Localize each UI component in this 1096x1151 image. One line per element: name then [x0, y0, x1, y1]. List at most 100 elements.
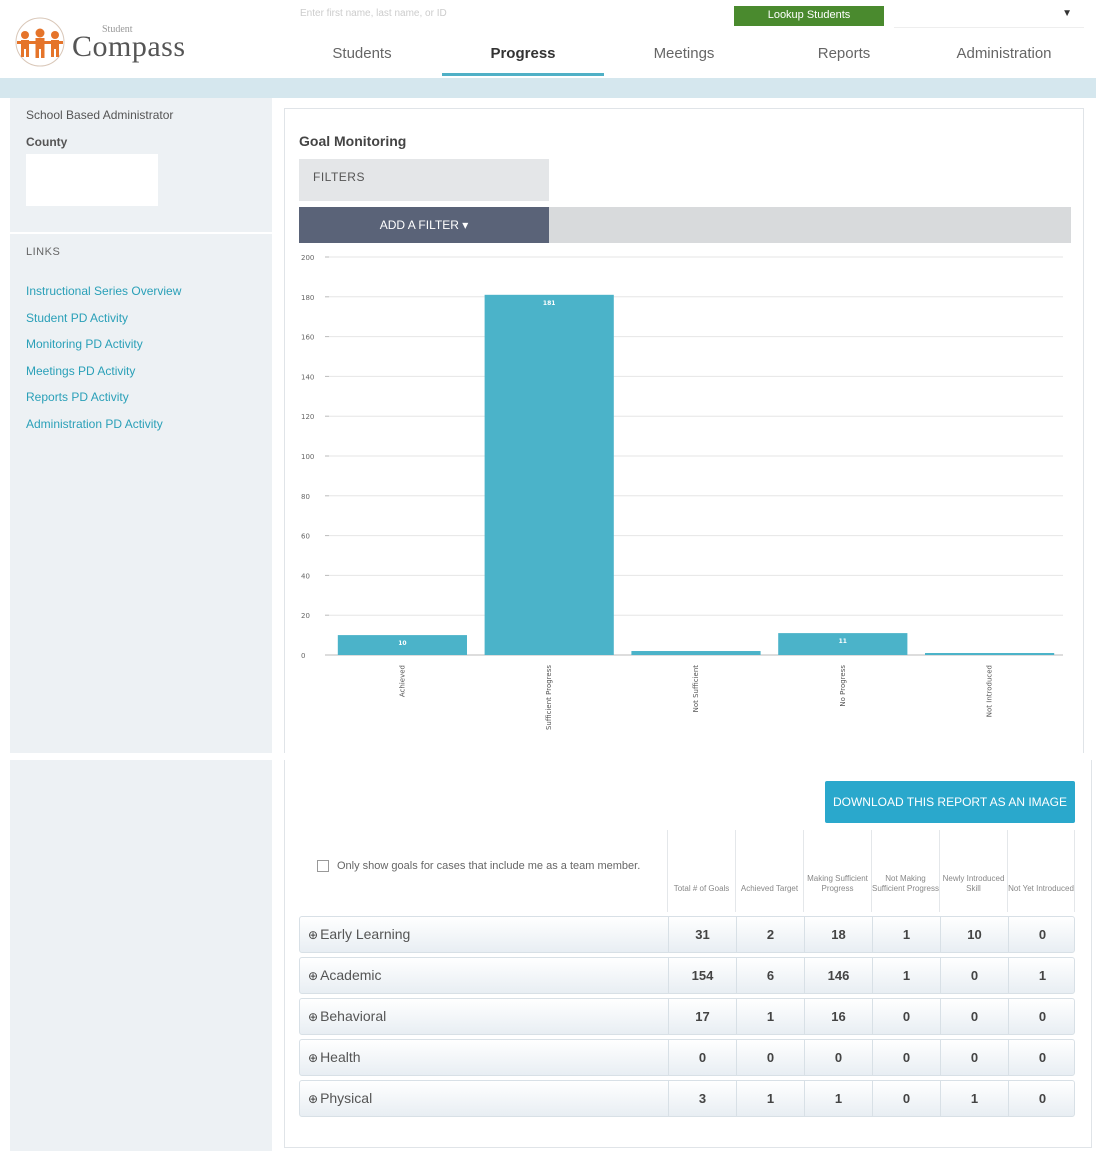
sidebar-link-monitoring-pd[interactable]: Monitoring PD Activity [26, 337, 181, 364]
x-category-label: No Progress [839, 665, 847, 707]
cell-not-sufficient: 0 [872, 999, 940, 1034]
cell-sufficient: 0 [804, 1040, 872, 1075]
children-logo-icon [15, 17, 65, 67]
only-show-label: Only show goals for cases that include m… [337, 860, 641, 872]
cell-total: 3 [668, 1081, 736, 1116]
cell-achieved: 2 [736, 917, 804, 952]
cell-sufficient: 18 [804, 917, 872, 952]
cell-total: 154 [668, 958, 736, 993]
add-filter-button[interactable]: ADD A FILTER ▾ [299, 207, 549, 243]
expand-plus-icon[interactable]: ⊕ [308, 1092, 318, 1106]
cell-achieved: 0 [736, 1040, 804, 1075]
bar-value-label: 181 [543, 300, 556, 307]
only-show-option[interactable]: Only show goals for cases that include m… [317, 860, 640, 872]
goal-category-rows: ⊕ Early Learning 31 2 18 1 10 0 ⊕ Academic… [299, 916, 1075, 1121]
col-header-not-introduced: Not Yet Introduced [1007, 830, 1075, 912]
goal-progress-chart: 0 20 40 60 80 100 120 140 160 180 200 10 Achieved 181… [285, 247, 1083, 747]
bar [484, 294, 614, 655]
student-search-input[interactable]: Enter first name, last name, or ID [296, 6, 716, 24]
expand-plus-icon[interactable]: ⊕ [308, 1051, 318, 1065]
bar [631, 651, 761, 655]
bar [925, 653, 1055, 655]
cell-not-sufficient: 0 [872, 1081, 940, 1116]
y-tick-label: 0 [301, 652, 305, 660]
col-header-achieved: Achieved Target [735, 830, 803, 912]
bar-value-label: 11 [839, 638, 847, 645]
sidebar-link-administration-pd[interactable]: Administration PD Activity [26, 417, 181, 444]
col-header-not-sufficient: Not Making Sufficient Progress [871, 830, 939, 912]
team-member-checkbox[interactable] [317, 860, 329, 872]
page-title: Goal Monitoring [299, 133, 407, 149]
logo-title: Compass [72, 30, 186, 63]
sidebar-divider [10, 232, 272, 234]
cell-not-sufficient: 0 [872, 1040, 940, 1075]
x-category-label: Sufficient Progress [545, 665, 553, 730]
x-category-label: Not Sufficient [692, 665, 700, 713]
table-row-early-learning[interactable]: ⊕ Early Learning 31 2 18 1 10 0 [299, 916, 1075, 953]
y-tick-label: 180 [301, 294, 314, 302]
bar-chart: 0 20 40 60 80 100 120 140 160 180 200 10 Achieved 181… [301, 254, 1063, 730]
col-header-sufficient: Making Sufficient Progress [803, 830, 871, 912]
y-tick-label: 120 [301, 413, 314, 421]
cell-not-introduced: 1 [1008, 958, 1076, 993]
y-tick-label: 80 [301, 493, 310, 501]
y-tick-label: 160 [301, 334, 314, 342]
row-category: Early Learning [320, 926, 411, 942]
y-tick-label: 20 [301, 612, 310, 620]
bar-value-label: 10 [398, 640, 406, 647]
expand-plus-icon[interactable]: ⊕ [308, 969, 318, 983]
cell-achieved: 1 [736, 1081, 804, 1116]
tab-students[interactable]: Students [282, 36, 442, 76]
cell-not-introduced: 0 [1008, 1040, 1076, 1075]
expand-plus-icon[interactable]: ⊕ [308, 928, 318, 942]
user-role: School Based Administrator [26, 108, 174, 122]
cell-sufficient: 146 [804, 958, 872, 993]
x-category-label: Not Introduced [986, 665, 994, 717]
cell-newly-introduced: 1 [940, 1081, 1008, 1116]
row-category: Physical [320, 1090, 373, 1106]
cell-not-introduced: 0 [1008, 917, 1076, 952]
cell-newly-introduced: 0 [940, 1040, 1008, 1075]
table-row-behavioral[interactable]: ⊕ Behavioral 17 1 16 0 0 0 [299, 998, 1075, 1035]
row-category: Health [320, 1049, 361, 1065]
county-select[interactable] [26, 154, 158, 206]
links-heading: LINKS [26, 246, 61, 258]
y-tick-label: 140 [301, 373, 314, 381]
cell-achieved: 1 [736, 999, 804, 1034]
lookup-students-button[interactable]: Lookup Students [734, 6, 884, 26]
table-row-physical[interactable]: ⊕ Physical 3 1 1 0 1 0 [299, 1080, 1075, 1117]
expand-plus-icon[interactable]: ⊕ [308, 1010, 318, 1024]
sidebar-link-instructional-series[interactable]: Instructional Series Overview [26, 284, 181, 311]
filters-header: FILTERS [299, 159, 549, 201]
tab-progress[interactable]: Progress [442, 36, 604, 76]
sidebar-lower [10, 760, 272, 1151]
cell-not-sufficient: 1 [872, 958, 940, 993]
cell-newly-introduced: 0 [940, 958, 1008, 993]
cell-sufficient: 16 [804, 999, 872, 1034]
screenshot-gap [0, 753, 1096, 760]
sidebar-link-student-pd[interactable]: Student PD Activity [26, 311, 181, 338]
student-compass-logo[interactable]: Student Compass [12, 14, 192, 70]
tab-meetings[interactable]: Meetings [604, 36, 764, 76]
cell-not-introduced: 0 [1008, 999, 1076, 1034]
header-dropdown[interactable]: ▼ [894, 6, 1084, 28]
goal-summary-panel: DOWNLOAD THIS REPORT AS AN IMAGE Only sh… [284, 760, 1092, 1148]
x-category-label: Achieved [398, 665, 406, 697]
cell-not-introduced: 0 [1008, 1081, 1076, 1116]
sidebar-link-reports-pd[interactable]: Reports PD Activity [26, 390, 181, 417]
col-header-newly-introduced: Newly Introduced Skill [939, 830, 1007, 912]
tab-administration[interactable]: Administration [924, 36, 1084, 76]
table-row-health[interactable]: ⊕ Health 0 0 0 0 0 0 [299, 1039, 1075, 1076]
sidebar-links: Instructional Series Overview Student PD… [26, 284, 181, 443]
y-tick-label: 100 [301, 453, 314, 461]
tab-reports[interactable]: Reports [764, 36, 924, 76]
sidebar-link-meetings-pd[interactable]: Meetings PD Activity [26, 364, 181, 391]
cell-newly-introduced: 10 [940, 917, 1008, 952]
download-report-button[interactable]: DOWNLOAD THIS REPORT AS AN IMAGE [825, 781, 1075, 823]
row-category: Behavioral [320, 1008, 387, 1024]
main-nav: Students Progress Meetings Reports Admin… [282, 36, 1096, 76]
table-row-academic[interactable]: ⊕ Academic 154 6 146 1 0 1 [299, 957, 1075, 994]
cell-not-sufficient: 1 [872, 917, 940, 952]
chevron-down-icon: ▼ [1062, 8, 1072, 19]
goal-monitoring-panel: Goal Monitoring FILTERS ADD A FILTER ▾ 0… [284, 108, 1084, 753]
